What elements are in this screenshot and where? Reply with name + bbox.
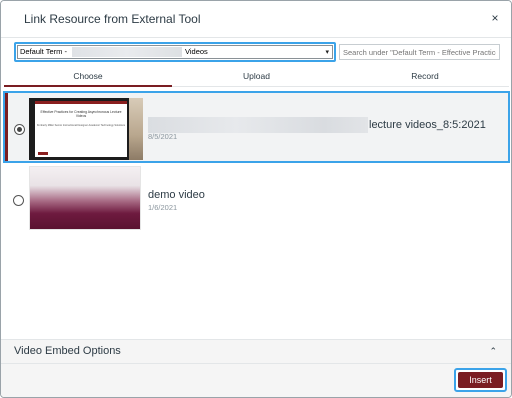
thumbnail-presenter-text: Kimberly Miller Senior Instructional Des… [36,124,126,127]
list-item[interactable]: Effective Practices for Creating Asynchr… [3,91,510,163]
redacted-folder-name [72,47,182,57]
item-radio-selected[interactable] [14,124,25,135]
embed-options-label: Video Embed Options [14,345,121,357]
insert-button[interactable]: Insert [458,372,503,388]
folder-select[interactable]: Default Term - Videos ▾ [14,42,336,62]
video-thumbnail [29,166,141,230]
list-item[interactable]: demo video 1/6/2021 [3,166,510,234]
item-date: 1/6/2021 [148,203,178,212]
dialog-footer [1,364,511,397]
media-list: Effective Practices for Creating Asynchr… [1,89,511,339]
item-title: demo video [148,189,205,201]
video-embed-options-toggle[interactable]: Video Embed Options ⌃ [1,339,511,364]
folder-select-term: Default Term - [20,47,67,56]
search-input[interactable] [339,44,500,60]
item-radio[interactable] [13,195,24,206]
folder-select-videos: Videos [185,47,208,56]
thumbnail-logo [38,152,48,155]
thumbnail-slide: Effective Practices for Creating Asynchr… [35,101,127,157]
item-date: 8/5/2021 [148,132,178,141]
insert-button-focus-ring: Insert [454,368,507,392]
thumbnail-presenter-video [129,98,143,160]
video-thumbnail: Effective Practices for Creating Asynchr… [29,98,143,160]
chevron-down-icon[interactable]: ▾ [325,48,329,56]
chevron-up-icon[interactable]: ⌃ [489,346,497,357]
dialog-title: Link Resource from External Tool [24,12,201,26]
close-icon[interactable]: × [488,11,502,25]
tab-upload[interactable]: Upload [172,67,341,87]
folder-select-box[interactable]: Default Term - Videos ▾ [17,45,333,59]
selected-accent-bar [5,93,8,161]
link-resource-dialog: Link Resource from External Tool × Defau… [0,0,512,398]
dialog-header: Link Resource from External Tool × [1,1,511,38]
tab-record[interactable]: Record [341,67,509,87]
redacted-title [148,117,368,133]
tab-choose[interactable]: Choose [4,67,172,87]
tab-bar: Choose Upload Record [4,67,509,87]
item-title: lecture videos_8:5:2021 [369,119,486,131]
thumbnail-title-text: Effective Practices for Creating Asynchr… [40,110,122,118]
